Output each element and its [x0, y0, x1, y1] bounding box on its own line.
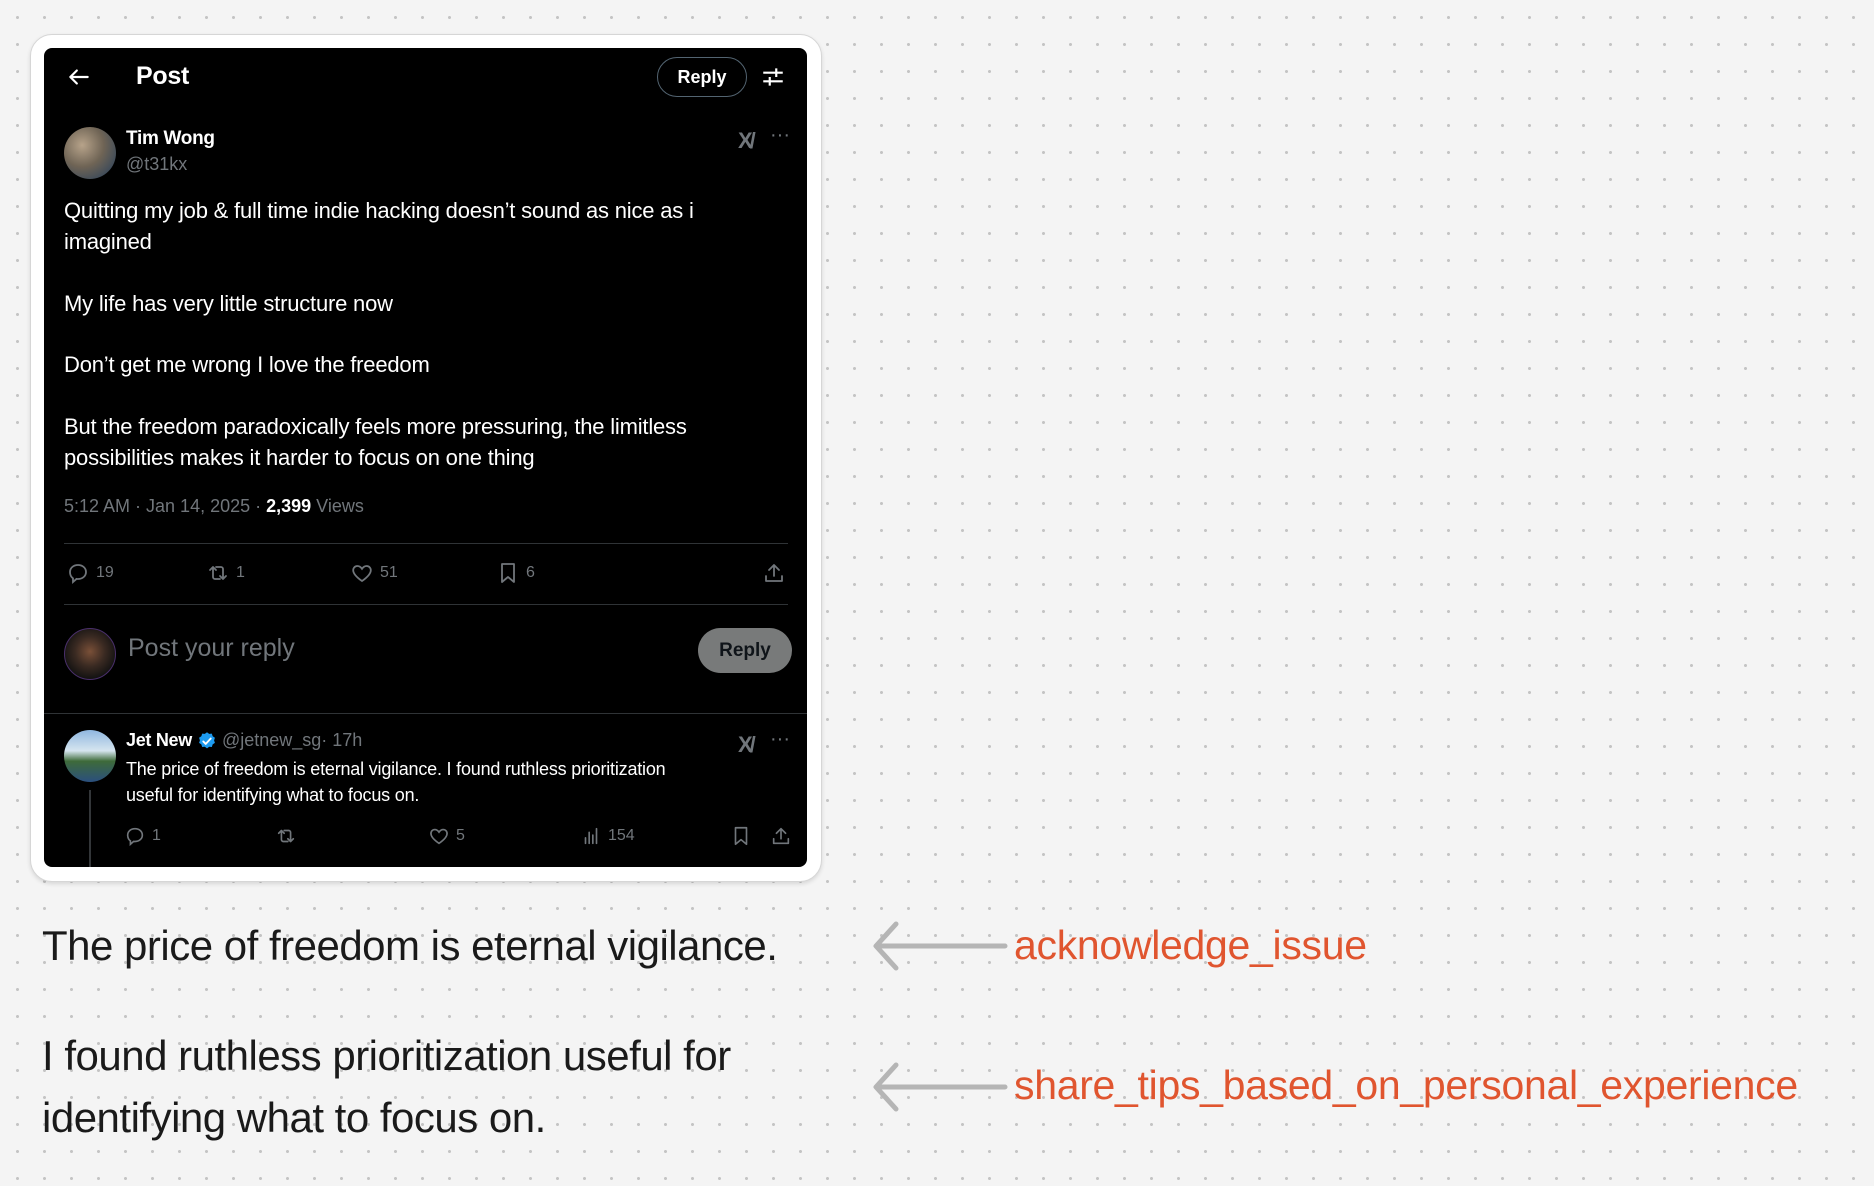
post-timestamp[interactable]: 5:12 AM · Jan 14, 2025 · [64, 496, 266, 516]
left-arrow-icon [873, 921, 1008, 971]
annotation-quote-line: identifying what to focus on. [42, 1094, 546, 1141]
post-meta: 5:12 AM · Jan 14, 2025 · 2,399 Views [64, 496, 364, 517]
annotation-label-2: share_tips_based_on_personal_experience [1014, 1062, 1798, 1108]
reply-post-like-count: 5 [456, 827, 465, 844]
avatar-tim-wong[interactable] [64, 127, 116, 179]
bookmark-count: 6 [526, 564, 535, 581]
views-count: 2,399 [266, 496, 312, 516]
left-arrow-icon [873, 1062, 1008, 1112]
annotation-quote-1: The price of freedom is eternal vigilanc… [42, 915, 778, 977]
post-body-line: imagined [64, 229, 152, 254]
reply-post-views-action[interactable]: 154 [580, 825, 635, 847]
more-options-icon[interactable]: ··· [770, 124, 790, 147]
reply-input[interactable]: Post your reply [128, 634, 295, 663]
divider [64, 604, 788, 605]
reply-bubble-icon [126, 827, 144, 847]
back-arrow-icon[interactable] [66, 64, 92, 90]
heart-icon [352, 565, 372, 583]
author-name[interactable]: Tim Wong [126, 128, 215, 150]
thread-line [89, 790, 91, 867]
reply-count: 19 [96, 564, 114, 581]
bookmark-icon [734, 826, 748, 846]
reply-author-row: Jet New @jetnew_sg · 17h [126, 730, 362, 751]
settings-sliders-icon[interactable] [760, 64, 786, 90]
repost-icon [277, 829, 295, 843]
annotation-label-1: acknowledge_issue [1014, 922, 1367, 968]
post-screen: Post Reply Tim Wong @t31kx X/ ··· Quitti… [44, 48, 807, 867]
grok-icon[interactable]: X/ [738, 128, 756, 154]
post-body-line: possibilities makes it harder to focus o… [64, 445, 535, 470]
grok-icon[interactable]: X/ [738, 732, 756, 758]
avatar-jet-new[interactable] [64, 730, 116, 782]
like-count: 51 [380, 564, 398, 581]
like-action[interactable]: 51 [350, 561, 398, 585]
heart-icon [430, 828, 448, 845]
reply-post-like-action[interactable]: 5 [428, 825, 465, 847]
share-action[interactable] [762, 561, 786, 585]
reply-post-reply-count: 1 [152, 827, 161, 844]
post-body-line: Quitting my job & full time indie hackin… [64, 198, 694, 223]
post-body-line: But the freedom paradoxically feels more… [64, 414, 687, 439]
reply-post-reply-action[interactable]: 1 [124, 825, 161, 847]
reply-post-share-action[interactable] [770, 825, 792, 847]
share-icon [765, 564, 783, 582]
page-title: Post [136, 62, 189, 90]
verified-badge-icon [199, 731, 215, 748]
reply-bubble-icon [69, 564, 87, 584]
repost-action[interactable]: 1 [206, 561, 245, 585]
header-reply-button[interactable]: Reply [657, 57, 747, 97]
reply-time[interactable]: · 17h [321, 730, 362, 751]
annotation-quote-line: I found ruthless prioritization useful f… [42, 1032, 731, 1079]
reply-body: The price of freedom is eternal vigilanc… [126, 756, 766, 808]
bookmark-action[interactable]: 6 [496, 561, 535, 585]
views-label: Views [311, 496, 364, 516]
post-body-line: Don’t get me wrong I love the freedom [64, 352, 430, 377]
current-user-avatar[interactable] [64, 628, 116, 680]
bookmark-icon [501, 563, 515, 583]
reply-submit-button[interactable]: Reply [698, 628, 792, 673]
analytics-bars-icon [584, 827, 598, 845]
reply-post-repost-action[interactable] [275, 825, 297, 847]
reply-post-views-count: 154 [608, 827, 635, 844]
reply-author-name[interactable]: Jet New [126, 730, 192, 751]
reply-body-line: The price of freedom is eternal vigilanc… [126, 759, 666, 779]
share-icon [772, 827, 790, 845]
reply-body-line: useful for identifying what to focus on. [126, 785, 420, 805]
author-handle[interactable]: @t31kx [126, 154, 187, 175]
post-body-line: My life has very little structure now [64, 291, 393, 316]
annotation-quote-2: I found ruthless prioritization useful f… [42, 1025, 731, 1149]
repost-count: 1 [236, 564, 245, 581]
reply-author-handle[interactable]: @jetnew_sg [222, 730, 321, 751]
divider [44, 713, 807, 714]
divider [64, 543, 788, 544]
reply-action[interactable]: 19 [66, 561, 114, 585]
repost-icon [209, 566, 227, 580]
annotation-quote-line: The price of freedom is eternal vigilanc… [42, 922, 778, 969]
more-options-icon[interactable]: ··· [770, 728, 790, 751]
reply-post-bookmark-action[interactable] [730, 825, 752, 847]
